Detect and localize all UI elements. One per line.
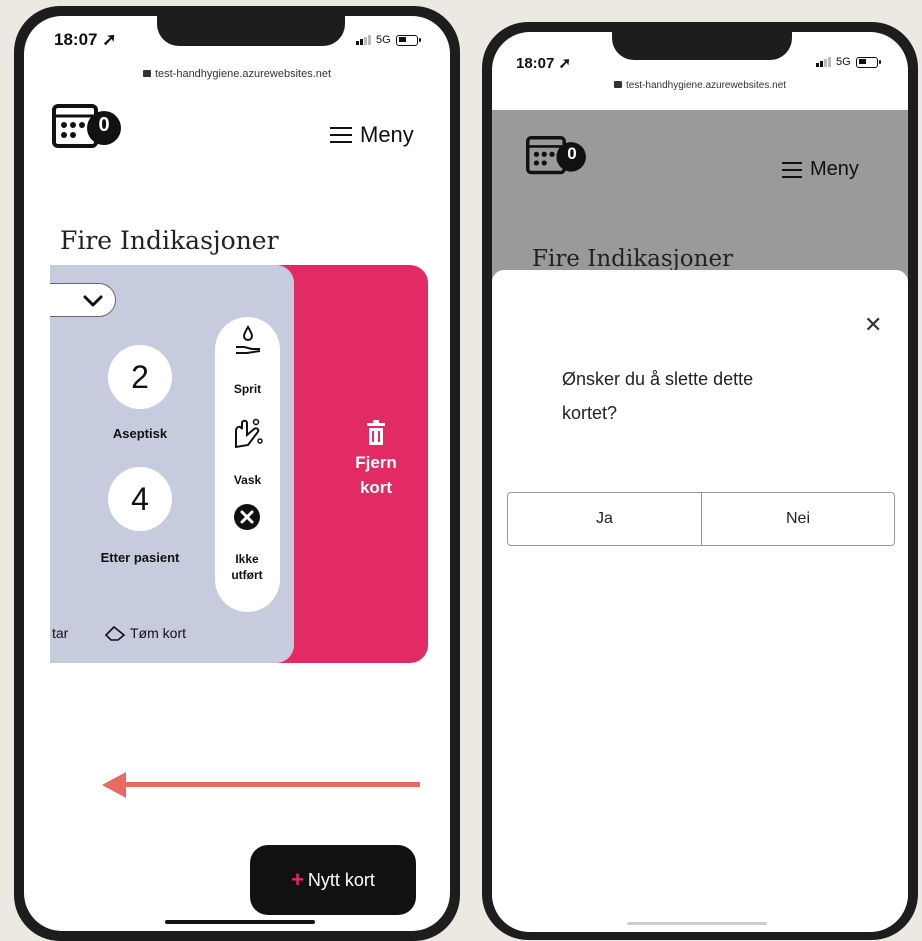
swipe-hint-arrow bbox=[120, 782, 420, 787]
clear-card-label: Tøm kort bbox=[130, 625, 186, 641]
status-indicators: 5G bbox=[356, 34, 421, 46]
network-label: 5G bbox=[376, 34, 391, 46]
status-indicators: 5G bbox=[816, 56, 881, 68]
trash-icon bbox=[367, 420, 385, 445]
indication-label: Etter pasient bbox=[100, 550, 180, 565]
badge-count: 0 bbox=[98, 114, 110, 136]
swipe-hint-arrowhead bbox=[102, 772, 126, 798]
close-icon[interactable]: ✕ bbox=[864, 312, 882, 338]
chevron-down-icon bbox=[83, 295, 103, 307]
action-label: Sprit bbox=[233, 382, 262, 396]
menu-label: Meny bbox=[360, 122, 414, 147]
hand-wash-icon[interactable] bbox=[230, 417, 264, 451]
eraser-icon bbox=[104, 625, 126, 641]
action-label: Ikke utført bbox=[231, 552, 263, 582]
indication-number[interactable]: 4 bbox=[108, 467, 172, 531]
indication-number[interactable]: 2 bbox=[108, 345, 172, 409]
badge-count: 0 bbox=[567, 144, 577, 163]
right-screen: 18:07 ➚ 5G test-handhygiene.azurewebsite… bbox=[492, 32, 908, 932]
lock-icon bbox=[142, 70, 151, 77]
card-counter-icon bbox=[52, 104, 121, 148]
clear-card-button[interactable]: Tøm kort bbox=[104, 625, 186, 641]
new-card-label: Nytt kort bbox=[307, 869, 375, 890]
home-indicator bbox=[165, 920, 315, 924]
action-label: Vask bbox=[233, 473, 262, 487]
app-logo: 0 bbox=[526, 136, 592, 181]
url-text: test-handhygiene.azurewebsites.net bbox=[625, 80, 787, 91]
url-bar[interactable]: test-handhygiene.azurewebsites.net bbox=[24, 68, 450, 80]
x-circle-icon[interactable] bbox=[233, 503, 261, 531]
dialog-message: Ønsker du å slette dette kortet? bbox=[562, 362, 753, 430]
right-phone: 18:07 ➚ 5G test-handhygiene.azurewebsite… bbox=[482, 22, 918, 940]
network-label: 5G bbox=[836, 56, 851, 68]
action-selector: Sprit Vask Ikke utført bbox=[215, 317, 280, 612]
status-time: 18:07 ➚ bbox=[54, 30, 117, 49]
url-text: test-handhygiene.azurewebsites.net bbox=[154, 68, 332, 80]
yes-button[interactable]: Ja bbox=[507, 492, 702, 546]
confirm-dialog: ✕ Ønsker du å slette dette kortet? bbox=[492, 270, 908, 932]
new-card-button[interactable]: + Nytt kort bbox=[250, 845, 416, 915]
battery-icon bbox=[855, 56, 881, 68]
card-footer-truncated[interactable]: tar bbox=[52, 625, 68, 641]
delete-card-content: Fjern kort bbox=[326, 420, 426, 500]
lock-icon bbox=[613, 81, 622, 88]
app-logo[interactable]: 0 bbox=[52, 104, 128, 155]
indication-label: Aseptisk bbox=[112, 426, 168, 441]
url-bar[interactable]: test-handhygiene.azurewebsites.net bbox=[492, 80, 908, 91]
dialog-message-line1: Ønsker du å slette dette bbox=[562, 369, 754, 389]
home-indicator bbox=[627, 922, 767, 925]
hand-sanitizer-icon[interactable] bbox=[233, 325, 263, 359]
card-dropdown[interactable] bbox=[50, 283, 116, 317]
location-arrow-icon: ➚ bbox=[558, 55, 572, 72]
signal-icon bbox=[356, 35, 371, 45]
page-title: Fire Indikasjoner bbox=[60, 226, 279, 255]
hamburger-icon bbox=[782, 161, 802, 178]
menu-button: Meny bbox=[782, 158, 859, 181]
battery-icon bbox=[395, 34, 421, 46]
menu-button[interactable]: Meny bbox=[330, 122, 414, 148]
notch bbox=[612, 32, 792, 60]
page-title: Fire Indikasjoner bbox=[532, 246, 734, 272]
status-time: 18:07 ➚ bbox=[516, 55, 572, 72]
no-button[interactable]: Nei bbox=[701, 492, 895, 546]
card-counter-icon bbox=[526, 136, 586, 175]
notch bbox=[157, 16, 345, 46]
menu-label: Meny bbox=[810, 158, 859, 180]
delete-label-line1: Fjern bbox=[355, 453, 397, 472]
signal-icon bbox=[816, 57, 831, 67]
plus-icon: + bbox=[291, 867, 304, 892]
delete-label-line2: kort bbox=[359, 478, 393, 497]
dialog-message-line2: kortet? bbox=[562, 403, 618, 423]
indication-card[interactable]: 2 Aseptisk 4 Etter pasient Sprit Vask Ik… bbox=[50, 265, 294, 663]
hamburger-icon bbox=[330, 127, 352, 143]
location-arrow-icon: ➚ bbox=[102, 30, 117, 49]
